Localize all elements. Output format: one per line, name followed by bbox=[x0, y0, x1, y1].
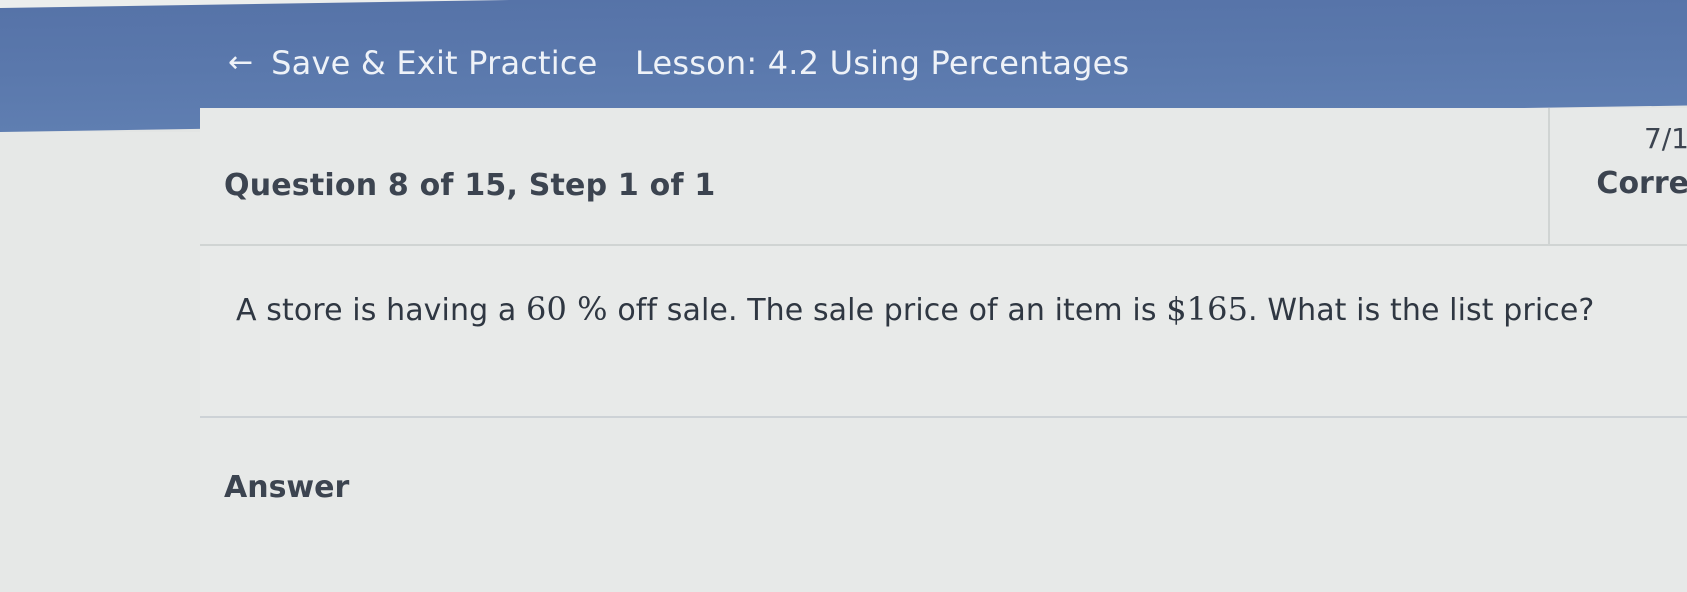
price-value: $165 bbox=[1166, 290, 1249, 328]
arrow-left-icon: ← bbox=[228, 45, 254, 80]
lesson-title: Lesson: 4.2 Using Percentages bbox=[635, 44, 1130, 82]
save-exit-label: Save & Exit Practice bbox=[271, 44, 598, 82]
save-exit-practice-link[interactable]: ← Save & Exit Practice bbox=[228, 44, 598, 82]
prompt-part-1: A store is having a bbox=[236, 293, 526, 328]
score-box: 7/1 Corre bbox=[1548, 108, 1687, 244]
prompt-part-3: . What is the list price? bbox=[1248, 293, 1595, 328]
score-value: 7/1 bbox=[1643, 122, 1687, 155]
score-label: Corre bbox=[1596, 166, 1687, 201]
percent-value: 60 % bbox=[525, 290, 608, 328]
prompt-text: A store is having a 60 % off sale. The s… bbox=[236, 290, 1594, 328]
answer-area[interactable]: Answer bbox=[200, 418, 1687, 592]
prompt-part-2: off sale. The sale price of an item is bbox=[607, 293, 1167, 328]
left-rail bbox=[0, 132, 202, 592]
answer-label: Answer bbox=[224, 470, 350, 505]
question-title: Question 8 of 15, Step 1 of 1 bbox=[224, 168, 716, 203]
question-header: Question 8 of 15, Step 1 of 1 7/1 Corre bbox=[200, 108, 1687, 246]
question-prompt: A store is having a 60 % off sale. The s… bbox=[200, 246, 1687, 418]
question-card: Question 8 of 15, Step 1 of 1 7/1 Corre … bbox=[200, 108, 1687, 592]
